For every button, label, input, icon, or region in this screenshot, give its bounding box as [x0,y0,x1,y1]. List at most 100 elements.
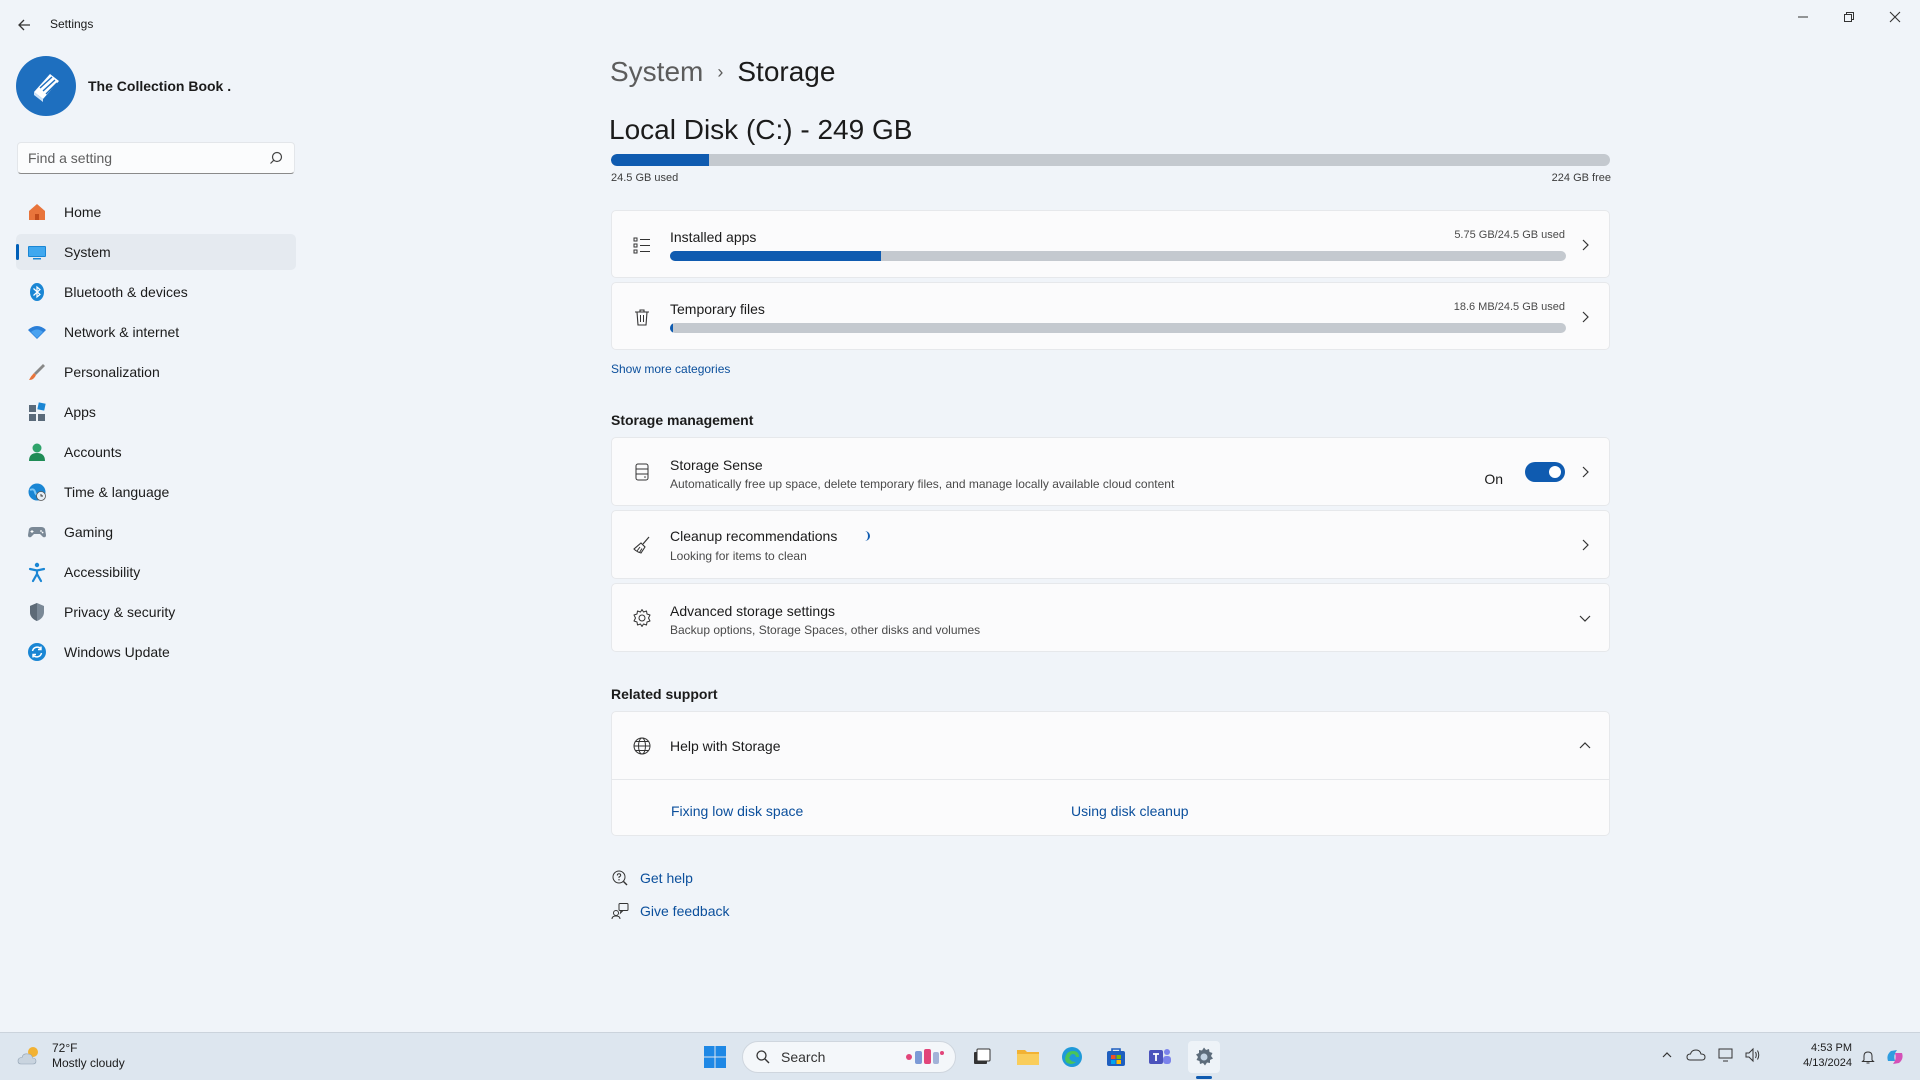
get-help-label: Get help [640,870,693,886]
sidebar-item-label: Bluetooth & devices [64,284,188,300]
edge-browser-icon [1062,1047,1082,1067]
search-icon [756,1050,770,1064]
sidebar-item-apps[interactable]: Apps [16,394,296,430]
fixing-low-disk-space-link[interactable]: Fixing low disk space [671,803,803,819]
user-profile[interactable]: The Collection Book . [16,56,231,116]
chevron-right-icon [1582,311,1589,323]
sidebar-item-bluetooth[interactable]: Bluetooth & devices [16,274,296,310]
taskbar-edge[interactable] [1056,1041,1088,1073]
toggle-state-label: On [1484,471,1503,487]
chevron-right-icon [1582,539,1589,551]
sidebar-item-label: Home [64,204,102,220]
help-with-storage-expander[interactable]: Help with Storage [611,711,1610,780]
windows-logo-icon [704,1046,726,1068]
minimize-button[interactable] [1780,4,1826,30]
give-feedback-link[interactable]: Give feedback [611,902,730,920]
sidebar-item-time-language[interactable]: Time & language [16,474,296,510]
sidebar-item-privacy[interactable]: Privacy & security [16,594,296,630]
sidebar-item-label: Privacy & security [64,604,176,620]
weather-description: Mostly cloudy [52,1056,125,1070]
close-button[interactable] [1872,4,1918,30]
sidebar-item-accessibility[interactable]: Accessibility [16,554,296,590]
start-button[interactable] [703,1045,727,1069]
give-feedback-label: Give feedback [640,903,730,919]
taskbar-search[interactable]: Search [742,1041,956,1073]
sidebar-item-windows-update[interactable]: Windows Update [16,634,296,670]
clock-date: 4/13/2024 [1803,1057,1852,1069]
show-more-categories-link[interactable]: Show more categories [611,362,730,376]
toggle-knob [1549,466,1561,478]
loading-spinner-icon [864,531,870,541]
taskbar-store[interactable] [1100,1041,1132,1073]
onedrive-cloud-icon[interactable] [1686,1047,1706,1063]
disk-used-label: 24.5 GB used [611,172,679,184]
volume-icon[interactable] [1744,1047,1762,1063]
breadcrumb-system[interactable]: System [610,56,703,88]
sidebar-item-accounts[interactable]: Accounts [16,434,296,470]
gamepad-icon [26,521,48,543]
clock[interactable]: 4:53 PM 4/13/2024 [1770,1041,1852,1071]
network-monitor-icon[interactable] [1718,1047,1736,1063]
accounts-icon [26,441,48,463]
accessibility-icon [26,561,48,583]
sidebar-item-label: Network & internet [64,324,180,340]
feedback-icon [611,903,629,920]
category-usage-fill [670,251,881,261]
sidebar-item-network[interactable]: Network & internet [16,314,296,350]
storage-management-heading: Storage management [611,412,754,428]
title-bar: Settings [0,0,1920,48]
disk-usage-fill [611,154,709,166]
settings-gear-icon [1196,1047,1213,1066]
notification-bell-icon[interactable] [1860,1049,1876,1065]
weather-widget[interactable]: 72°F Mostly cloudy [16,1041,125,1071]
disk-free-label: 224 GB free [1551,172,1611,184]
related-support-heading: Related support [611,686,718,702]
category-usage: 18.6 MB/24.5 GB used [1453,301,1565,313]
search-input[interactable] [17,142,295,174]
advanced-storage-title: Advanced storage settings [670,603,835,619]
minimize-icon [1798,16,1808,18]
taskbar-search-label: Search [781,1049,826,1065]
sidebar-item-gaming[interactable]: Gaming [16,514,296,550]
category-usage: 5.75 GB/24.5 GB used [1454,229,1565,241]
cleanup-recommendations-card[interactable]: Cleanup recommendations Looking for item… [611,510,1610,579]
cleanup-subtitle: Looking for items to clean [670,549,807,563]
get-help-link[interactable]: Get help [611,869,693,887]
wifi-icon [26,321,48,343]
using-disk-cleanup-link[interactable]: Using disk cleanup [1071,803,1189,819]
category-installed-apps[interactable]: Installed apps 5.75 GB/24.5 GB used [611,210,1610,278]
sidebar-item-label: System [64,244,111,260]
page-title: Storage [737,56,836,87]
taskbar-file-explorer[interactable] [1012,1041,1044,1073]
restore-button[interactable] [1826,4,1872,30]
back-button[interactable] [14,14,36,36]
taskbar-settings[interactable] [1188,1041,1220,1073]
book-logo-icon [34,74,59,102]
category-temporary-files[interactable]: Temporary files 18.6 MB/24.5 GB used [611,282,1610,350]
restore-icon [1844,12,1854,22]
disk-title: Local Disk (C:) - 249 GB [609,114,913,145]
sidebar-item-system[interactable]: System [16,234,296,270]
home-icon [26,201,48,223]
copilot-icon[interactable] [1884,1046,1906,1068]
taskbar-task-view[interactable] [966,1041,998,1073]
update-icon [26,641,48,663]
clock-time: 4:53 PM [1811,1042,1852,1054]
sidebar-item-home[interactable]: Home [16,194,296,230]
profile-name: The Collection Book . [88,78,232,94]
search-icon[interactable] [268,150,284,166]
gear-icon [630,606,654,630]
chevron-up-icon[interactable] [1660,1048,1674,1062]
globe-icon [630,734,654,758]
sidebar-nav: Home System Bluetooth & devices Network … [16,194,296,674]
help-chat-icon [612,870,628,886]
advanced-storage-settings-card[interactable]: Advanced storage settings Backup options… [611,583,1610,652]
taskbar-teams[interactable] [1144,1041,1176,1073]
storage-sense-toggle[interactable] [1525,462,1565,482]
search-highlight-icon [906,1049,944,1064]
sidebar-item-personalization[interactable]: Personalization [16,354,296,390]
bluetooth-icon [26,281,48,303]
sidebar-item-label: Time & language [64,484,170,500]
trash-icon [630,305,654,329]
storage-sense-card[interactable]: Storage Sense Automatically free up spac… [611,437,1610,506]
